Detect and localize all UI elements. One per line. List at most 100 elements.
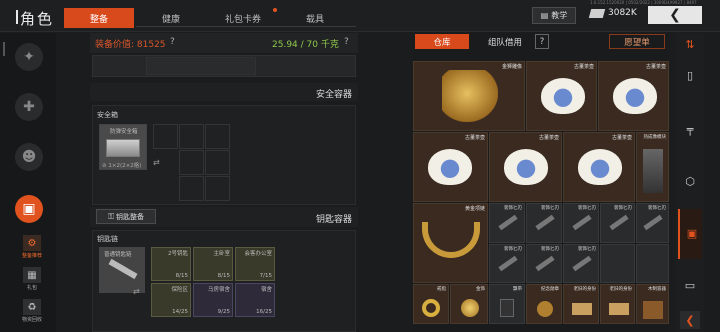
- item-teapot[interactable]: 古董茶壶: [598, 61, 669, 131]
- equipment-value: 装备价值: 81525: [95, 40, 166, 50]
- item-ring[interactable]: 戒指: [413, 284, 449, 324]
- safe-grid-cell[interactable]: [179, 176, 204, 201]
- sub-recycle-button[interactable]: ♻ 物资回收: [20, 299, 44, 329]
- item-empty-cell[interactable]: [600, 244, 635, 283]
- key-slot[interactable]: 保险区 14/25: [151, 283, 191, 317]
- knife-icon: [609, 214, 629, 231]
- id-card-icon: [572, 303, 592, 315]
- category-active-backpack[interactable]: ▣: [678, 209, 702, 259]
- key-slot-count: 16/25: [256, 309, 272, 315]
- version-text: 1.0.152.1520020 | 0502/2022 | 3009D4A992…: [590, 0, 697, 5]
- tab-label: 健康: [161, 14, 180, 25]
- item-name: 老旧的身份: [609, 287, 633, 292]
- box-icon[interactable]: ▭: [682, 277, 698, 293]
- safe-grid-cell[interactable]: [205, 124, 230, 149]
- necklace-icon: [422, 222, 480, 258]
- swap-icon[interactable]: ⇄: [153, 158, 160, 167]
- warehouse-panel: 仓库 组队借用 ? 愿望单 金狮雕像 古董茶壶 古董茶壶 古董茶壶 古董茶壶 古…: [413, 33, 669, 332]
- knife-icon: [643, 214, 663, 231]
- item-knife[interactable]: 装饰匕刃: [563, 203, 599, 243]
- tutorial-label: 教学: [551, 11, 568, 20]
- item-lion-statue[interactable]: 金狮雕像: [413, 61, 525, 131]
- key-loadout-button[interactable]: ⚿ 钥匙整备: [96, 209, 156, 224]
- sub-recommend-button[interactable]: ⚙ 整备推荐: [20, 235, 44, 265]
- rail-gun-button[interactable]: ✦: [15, 43, 43, 71]
- tab-label: 载具: [305, 14, 324, 25]
- rail-scroll-indicator: [3, 42, 5, 56]
- item-medal[interactable]: 纪念勋章: [526, 284, 562, 324]
- tab-health[interactable]: 健康: [136, 8, 206, 28]
- medkit-icon: ✚: [23, 99, 35, 115]
- lion-statue-icon: [442, 70, 498, 122]
- item-thermal-module[interactable]: 热成像模块: [636, 132, 669, 202]
- tab-warehouse[interactable]: 仓库: [415, 34, 469, 49]
- item-knife[interactable]: 装饰匕刃: [600, 203, 635, 243]
- item-name: 装饰匕刃: [541, 247, 559, 252]
- safe-grid-cell[interactable]: [205, 150, 230, 175]
- item-name: 金狮雕像: [501, 64, 522, 70]
- phone-icon[interactable]: ▯: [682, 67, 698, 83]
- item-teapot[interactable]: 古董茶壶: [413, 132, 488, 202]
- key-slot-count: 8/15: [217, 273, 230, 279]
- key-slot[interactable]: 2号钥匙 8/15: [151, 247, 191, 281]
- item-knife[interactable]: 装饰匕刃: [526, 244, 562, 283]
- tab-vehicles[interactable]: 载具: [280, 8, 350, 28]
- key-container-panel: 钥匙链 普通钥匙链 ⇄ 2号钥匙 8/15 主卧室 8/15 会客办公室 7/1…: [92, 230, 356, 332]
- item-empty-cell[interactable]: [636, 244, 669, 283]
- safe-container-title: 安全容器: [315, 90, 352, 100]
- top-bar: 角色 1.0.152.1520020 | 0502/2022 | 3009D4A…: [0, 0, 720, 32]
- sort-icon[interactable]: ⇅: [682, 36, 698, 52]
- item-knife[interactable]: 装饰匕刃: [489, 203, 525, 243]
- key-header: ⚿ 钥匙整备 钥匙容器: [90, 207, 358, 227]
- swap-icon[interactable]: ⇄: [133, 287, 140, 296]
- weight-help-button[interactable]: ?: [344, 37, 349, 47]
- book-icon: ▤: [540, 11, 549, 20]
- title-accent-bar: [16, 10, 18, 24]
- key-slot[interactable]: 会客办公室 7/15: [235, 247, 275, 281]
- safe-grid-cell[interactable]: [179, 124, 204, 149]
- item-old-id[interactable]: 老旧的身份: [563, 284, 599, 324]
- safe-item-name: 防弹安全箱: [110, 129, 138, 135]
- item-name: 装饰匕刃: [504, 206, 522, 211]
- rifle-icon[interactable]: ╤: [682, 121, 698, 137]
- safe-grid-cell[interactable]: [179, 150, 204, 175]
- item-knife[interactable]: 装饰匕刃: [526, 203, 562, 243]
- pistol-icon: ✦: [23, 49, 35, 65]
- collapse-button[interactable]: ❮: [680, 311, 700, 329]
- tutorial-button[interactable]: ▤ 教学: [532, 7, 576, 24]
- rail-medic-button[interactable]: ✚: [15, 93, 43, 121]
- team-help-button[interactable]: ?: [535, 34, 549, 49]
- key-slot[interactable]: 马房宿舍 9/25: [193, 283, 233, 317]
- left-rail: ✦ ✚ ☻ ▣ ⚙ 整备推荐 ▦ 礼包 ♻ 物资回收: [0, 33, 56, 332]
- rail-backpack-button[interactable]: ▣: [15, 195, 43, 223]
- id-card-icon: [609, 303, 629, 315]
- item-ribbon[interactable]: 飘带: [489, 284, 525, 324]
- tab-team-borrow[interactable]: 组队借用: [475, 34, 535, 49]
- key-slot[interactable]: 主卧室 8/15: [193, 247, 233, 281]
- item-gold-ornament[interactable]: 金饰: [450, 284, 488, 324]
- safe-box-item[interactable]: 防弹安全箱 ⊘ 1×2(2×2格): [99, 124, 147, 170]
- value-help-button[interactable]: ?: [170, 37, 175, 47]
- item-knife[interactable]: 装饰匕刃: [489, 244, 525, 283]
- tab-loadout[interactable]: 整备: [64, 8, 134, 28]
- item-teapot[interactable]: 古董茶壶: [563, 132, 635, 202]
- item-name: 古董茶壶: [464, 135, 485, 141]
- item-knife[interactable]: 装饰匕刃: [636, 203, 669, 243]
- back-button[interactable]: ❮: [648, 6, 702, 24]
- item-gold-necklace[interactable]: 黄金项链: [413, 203, 488, 283]
- safe-grid-cell[interactable]: [153, 124, 178, 149]
- item-old-id[interactable]: 老旧的身份: [600, 284, 635, 324]
- item-teapot[interactable]: 古董茶壶: [489, 132, 562, 202]
- item-teapot[interactable]: 古董茶壶: [526, 61, 597, 131]
- safe-box-icon: [106, 139, 140, 157]
- item-name: 飘带: [513, 287, 522, 292]
- item-wooden-box[interactable]: 木制容器: [636, 284, 669, 324]
- tab-gift-coupons[interactable]: 礼包卡券: [208, 8, 278, 28]
- safe-grid-cell[interactable]: [205, 176, 230, 201]
- key-slot[interactable]: 宿舍 16/25: [235, 283, 275, 317]
- sub-gift-button[interactable]: ▦ 礼包: [20, 267, 44, 297]
- wishlist-button[interactable]: 愿望单: [609, 34, 665, 49]
- cube-icon[interactable]: ⬡: [682, 173, 698, 189]
- item-knife[interactable]: 装饰匕刃: [563, 244, 599, 283]
- rail-face-button[interactable]: ☻: [15, 143, 43, 171]
